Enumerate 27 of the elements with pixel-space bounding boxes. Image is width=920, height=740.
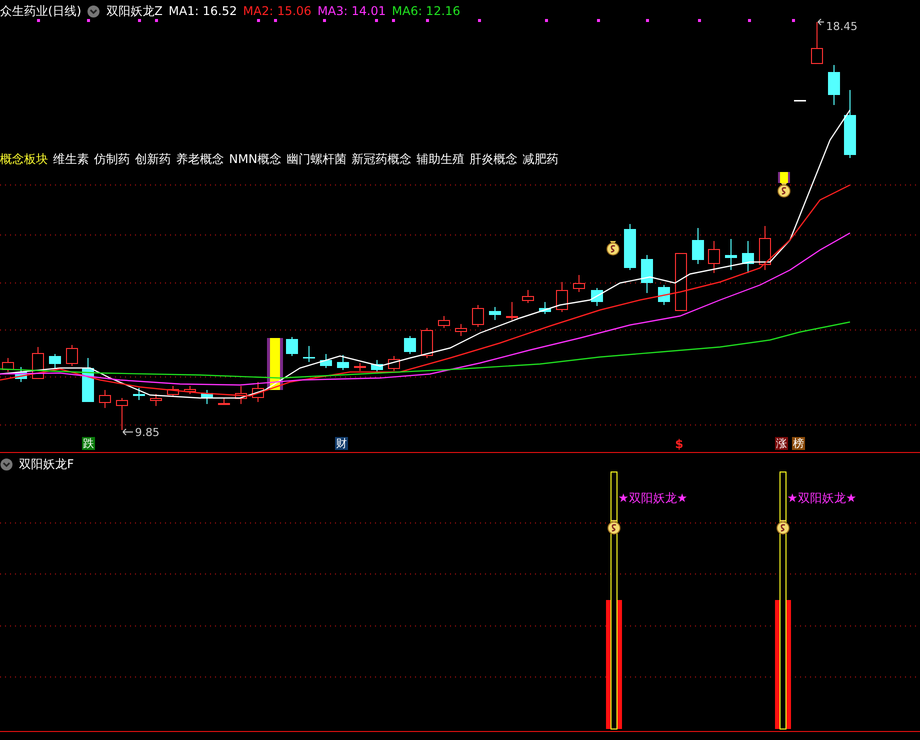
event-marker: $ [675, 437, 684, 451]
moving-average-value: MA1: 16.52 [168, 4, 238, 18]
moving-average-value: MA6: 12.16 [392, 4, 460, 18]
indicator-name: 双阳妖龙Z [106, 2, 163, 20]
concept-tag: 幽门螺杆菌 [286, 151, 346, 168]
concept-tag: 仿制药 [94, 151, 130, 168]
event-badge: 涨 [775, 437, 788, 450]
stock-name: 众生药业(日线) [0, 2, 82, 20]
concept-tag: 维生素 [53, 151, 89, 168]
price-label: 18.45 [826, 20, 858, 33]
concept-tag: 肝炎概念 [469, 151, 518, 168]
concept-tag: 辅助生殖 [416, 151, 464, 168]
event-badge: 榜 [792, 437, 805, 450]
moving-average-value: MA3: 14.01 [317, 4, 386, 18]
signal-label: ★双阳妖龙★ [618, 490, 688, 507]
price-label: 9.85 [135, 426, 160, 439]
concept-tag: 新冠药概念 [351, 151, 412, 168]
concept-tag: 减肥药 [522, 151, 558, 168]
event-badge: 跌 [82, 437, 95, 450]
concept-tag: NMN概念 [229, 151, 282, 168]
moving-average-value: MA2: 15.06 [243, 4, 312, 18]
concept-tag: 养老概念 [176, 151, 224, 168]
indicator-name: 双阳妖龙F [19, 456, 74, 472]
event-badge: 财 [335, 437, 348, 450]
concept-tag: 创新药 [135, 151, 171, 168]
concept-label: 概念板块 [0, 151, 48, 168]
signal-label: ★双阳妖龙★ [787, 490, 857, 507]
